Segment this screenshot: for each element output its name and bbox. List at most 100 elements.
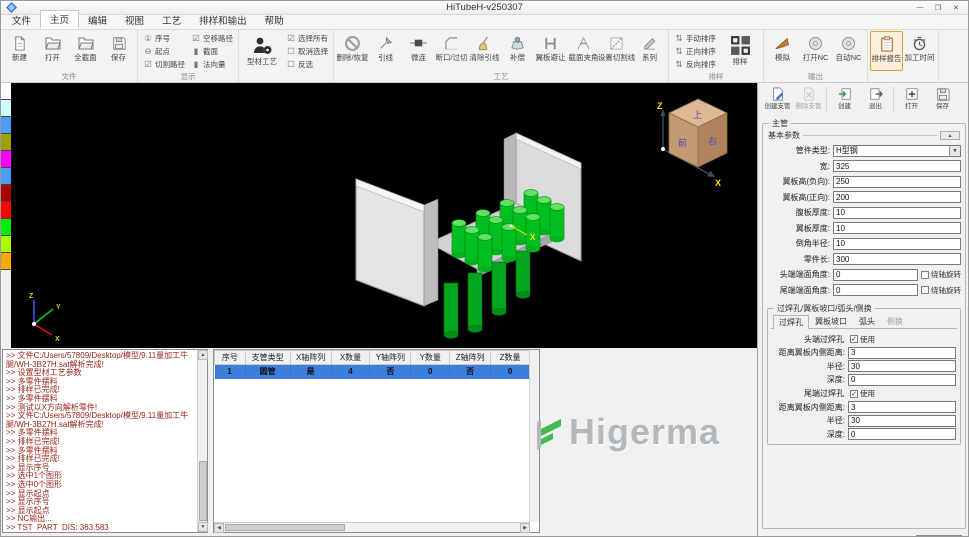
ribbon-button-clear-lead[interactable]: 清除引线 [468, 31, 501, 71]
palette-swatch-1[interactable] [1, 100, 11, 117]
table-horizontal-scrollbar[interactable]: ◀ ▶ [214, 522, 530, 532]
panel-button-save[interactable]: 保存 [927, 85, 958, 111]
scroll-right-icon[interactable]: ▶ [520, 523, 530, 533]
ribbon-toggle-reverse-sort[interactable]: ⇅反向排序 [674, 58, 716, 70]
log-scroll-thumb[interactable] [199, 461, 207, 521]
log-panel[interactable]: >> 文件C:/Users/57809/Desktop/模型/9.11量加工牛腿… [2, 349, 208, 533]
panel-button-open[interactable]: 打开 [896, 85, 927, 111]
palette-swatch-2[interactable] [1, 117, 11, 134]
viewport-3d[interactable]: X 上 前 右 Z X [11, 83, 758, 348]
menu-item-home[interactable]: 主页 [40, 10, 79, 29]
menu-item-edit[interactable]: 编辑 [79, 12, 116, 29]
menu-item-process[interactable]: 工艺 [153, 12, 190, 29]
palette-swatch-9[interactable] [1, 236, 11, 253]
menu-item-nest-output[interactable]: 排样和输出 [190, 12, 256, 29]
ribbon-button-series[interactable]: 系列 [633, 31, 666, 71]
table-header-4[interactable]: Y轴阵列 [370, 351, 411, 365]
chevron-down-icon[interactable]: ▼ [949, 146, 960, 156]
ribbon-button-notch-overcut[interactable]: 断口/过切 [435, 31, 468, 71]
palette-swatch-10[interactable] [1, 253, 11, 270]
web-thickness-input[interactable]: 10 [833, 207, 961, 219]
ribbon-toggle-forward-sort[interactable]: ⇅正向排序 [674, 45, 716, 57]
minimize-button[interactable]: — [912, 2, 928, 13]
ribbon-button-full-section[interactable]: 全截面 [69, 31, 102, 71]
ribbon-button-open-nc[interactable]: 打开NC [799, 31, 832, 71]
palette-swatch-5[interactable] [1, 168, 11, 185]
ribbon-button-set-cutline[interactable]: 设置切割线 [600, 31, 633, 71]
flange-thickness-input[interactable]: 10 [833, 222, 961, 234]
tail-end-angle-input[interactable]: 0 [833, 284, 918, 296]
ribbon-button-compensation[interactable]: 补偿 [501, 31, 534, 71]
ribbon-button-profile-process[interactable]: 型材工艺 [241, 31, 283, 71]
ribbon-button-nest-report[interactable]: 排样报告 [870, 31, 903, 71]
palette-swatch-3[interactable] [1, 134, 11, 151]
scroll-up-icon[interactable]: ▲ [198, 350, 208, 360]
flange-height-positive-input[interactable]: 200 [833, 191, 961, 203]
palette-swatch-0[interactable] [1, 83, 11, 100]
panel-button-create[interactable]: 创建 [829, 85, 860, 111]
tail-weld-hole-checkbox[interactable]: ✓使用 [847, 388, 875, 399]
ribbon-toggle-show-airpath[interactable]: ☑空移路径 [191, 32, 233, 44]
head-end-angle-input[interactable]: 0 [833, 269, 918, 281]
ribbon-button-delete-restore[interactable]: 删除/恢复 [336, 31, 369, 71]
head-radius-input[interactable]: 30 [848, 360, 956, 372]
table-header-7[interactable]: Z数量 [491, 351, 530, 365]
menu-item-file[interactable]: 文件 [3, 12, 40, 29]
panel-button-create-branch[interactable]: 创建支管 [762, 85, 793, 111]
table-header-6[interactable]: Z轴阵列 [450, 351, 491, 365]
ribbon-button-save[interactable]: 保存 [102, 31, 135, 71]
chamfer-radius-input[interactable]: 10 [833, 238, 961, 250]
ribbon-button-machining-time[interactable]: 加工时间 [903, 31, 936, 71]
tab-weld-hole[interactable]: 过焊孔 [773, 315, 809, 329]
palette-swatch-4[interactable] [1, 151, 11, 168]
ribbon-toggle-manual-sort[interactable]: ⇅手动排序 [674, 32, 716, 44]
ribbon-button-open[interactable]: 打开 [36, 31, 69, 71]
head-weld-hole-checkbox[interactable]: ✓使用 [847, 334, 875, 345]
scroll-left-icon[interactable]: ◀ [214, 523, 224, 533]
table-header-1[interactable]: 支管类型 [245, 351, 290, 365]
table-header-5[interactable]: Y数量 [411, 351, 450, 365]
ribbon-button-flange-avoid[interactable]: 翼板避让 [534, 31, 567, 71]
scroll-down-icon[interactable]: ▼ [198, 522, 208, 532]
ribbon-toggle-select-all[interactable]: ☑选择所有 [286, 32, 328, 44]
log-vertical-scrollbar[interactable]: ▲ ▼ [197, 350, 207, 532]
ribbon-button-lead-line[interactable]: 引线 [369, 31, 402, 71]
table-header-0[interactable]: 序号 [215, 351, 246, 365]
ribbon-toggle-show-start[interactable]: ⊖起点 [143, 45, 185, 57]
ribbon-toggle-show-normal[interactable]: ▮法向量 [191, 58, 233, 70]
ribbon-button-nest[interactable]: 排样 [719, 31, 761, 71]
tab-side-switch[interactable]: 侧换 [881, 314, 909, 328]
menu-item-view[interactable]: 视图 [116, 12, 153, 29]
ribbon-button-new[interactable]: 新建 [3, 31, 36, 71]
pipe-type-select[interactable]: H型钢▼ [833, 145, 961, 157]
ribbon-toggle-deselect[interactable]: ☐取消选择 [286, 45, 328, 57]
tail-end-angle-checkbox[interactable]: 绕轴旋转 [918, 285, 961, 296]
palette-swatch-7[interactable] [1, 202, 11, 219]
ribbon-button-section-angle[interactable]: 截面夹角 [567, 31, 600, 71]
flange-height-negative-input[interactable]: 250 [833, 176, 961, 188]
table-row[interactable]: 1圆管是4否0否0 [215, 365, 530, 379]
head-flange-inner-distance-input[interactable]: 3 [848, 347, 956, 359]
width-input[interactable]: 325 [833, 160, 961, 172]
tab-flange-groove[interactable]: 翼板坡口 [809, 314, 853, 328]
tab-arc-head[interactable]: 弧头 [853, 314, 881, 328]
ribbon-button-micro-joint[interactable]: 微连 [402, 31, 435, 71]
ribbon-toggle-show-cutpath[interactable]: ☑切割路径 [143, 58, 185, 70]
table-header-3[interactable]: X数量 [331, 351, 370, 365]
tail-radius-input[interactable]: 30 [848, 415, 956, 427]
tail-depth-input[interactable]: 0 [848, 428, 956, 440]
ribbon-button-auto-nc[interactable]: 自动NC [832, 31, 865, 71]
ribbon-toggle-invert-select[interactable]: ☐反选 [286, 58, 328, 70]
part-length-input[interactable]: 300 [833, 253, 961, 265]
tail-flange-inner-distance-input[interactable]: 3 [848, 401, 956, 413]
ribbon-button-simulate[interactable]: 模拟 [766, 31, 799, 71]
table-scroll-thumb[interactable] [225, 524, 345, 531]
ribbon-toggle-show-section[interactable]: ▮截面 [191, 45, 233, 57]
collapse-section-button[interactable]: ▲ [940, 131, 960, 140]
panel-button-delete-branch[interactable]: 删除支管 [793, 85, 824, 111]
nav-cube[interactable]: 上 前 右 Z X [657, 99, 727, 188]
maximize-button[interactable]: ❐ [930, 2, 946, 13]
palette-swatch-8[interactable] [1, 219, 11, 236]
table-header-2[interactable]: X轴阵列 [290, 351, 331, 365]
palette-swatch-6[interactable] [1, 185, 11, 202]
